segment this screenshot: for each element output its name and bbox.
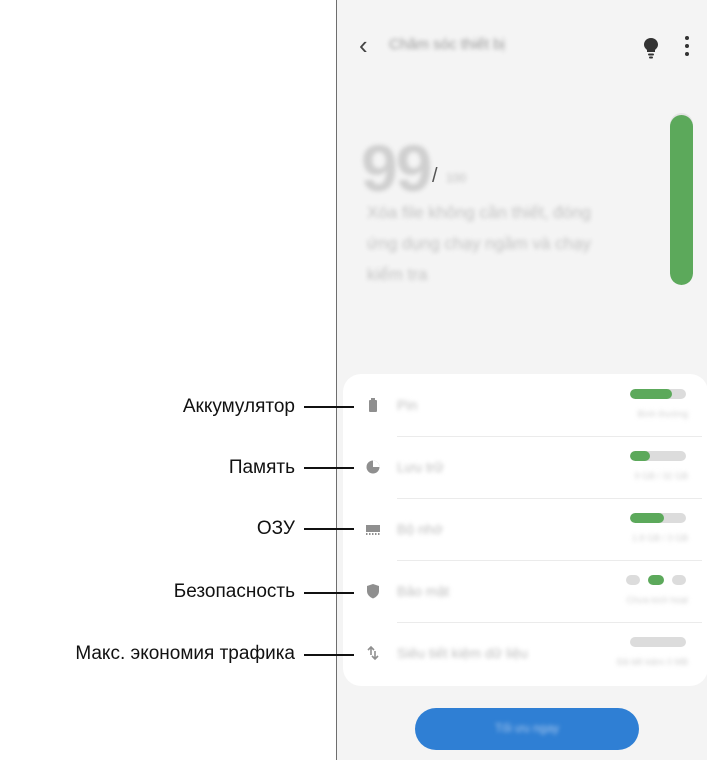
score-gauge bbox=[670, 113, 693, 285]
device-score-panel: 99 / 100 Xóa file không cần thiết, đóng … bbox=[337, 105, 707, 325]
list-item-memory[interactable]: Bộ nhớ 1.8 GB / 3 GB bbox=[343, 498, 707, 560]
battery-level-bar bbox=[630, 389, 686, 399]
storage-icon bbox=[366, 460, 380, 474]
divider bbox=[397, 622, 702, 623]
more-vertical-icon[interactable] bbox=[683, 36, 691, 60]
list-item-security[interactable]: Bảo mật Chưa kích hoạt bbox=[343, 560, 707, 622]
list-item-data-saver[interactable]: Siêu tiết kiệm dữ liệu Đã tiết kiệm 0 MB bbox=[343, 622, 707, 684]
app-title: Chăm sóc thiết bị bbox=[389, 36, 505, 53]
score-value: 99 bbox=[361, 131, 432, 205]
data-saver-icon bbox=[367, 645, 379, 661]
list-item-label: Pin bbox=[397, 397, 418, 413]
list-item-battery[interactable]: Pin Bình thường bbox=[343, 374, 707, 436]
list-item-label: Bảo mật bbox=[397, 583, 450, 599]
list-item-storage[interactable]: Lưu trữ 9 GB / 32 GB bbox=[343, 436, 707, 498]
list-item-status: Chưa kích hoạt bbox=[626, 595, 688, 605]
chevron-left-icon[interactable]: ‹ bbox=[359, 30, 368, 60]
phone-screen: ‹ Chăm sóc thiết bị 99 / 100 Xóa file kh… bbox=[336, 0, 707, 760]
leader-line bbox=[304, 406, 354, 408]
memory-level-bar bbox=[630, 513, 686, 523]
score-description: Xóa file không cần thiết, đóng ứng dụng … bbox=[367, 203, 592, 284]
divider bbox=[397, 436, 702, 437]
list-item-status: Đã tiết kiệm 0 MB bbox=[616, 657, 688, 667]
battery-icon bbox=[369, 398, 377, 412]
callout-security: Безопасность bbox=[173, 581, 295, 602]
security-step-indicator bbox=[626, 575, 688, 585]
score-separator: / bbox=[432, 165, 438, 187]
leader-line bbox=[304, 654, 354, 656]
divider bbox=[397, 498, 702, 499]
memory-level-fill bbox=[630, 513, 664, 523]
leader-line bbox=[304, 592, 354, 594]
memory-icon bbox=[366, 525, 380, 535]
leader-line bbox=[304, 467, 354, 469]
divider bbox=[397, 560, 702, 561]
app-bar: ‹ Chăm sóc thiết bị bbox=[337, 0, 707, 90]
score-max: 100 bbox=[446, 171, 467, 185]
list-item-label: Bộ nhớ bbox=[397, 521, 443, 537]
lightbulb-icon[interactable] bbox=[642, 36, 660, 60]
score-gauge-fill bbox=[670, 114, 693, 285]
callout-battery: Аккумулятор bbox=[182, 396, 295, 417]
list-item-status: 9 GB / 32 GB bbox=[634, 471, 688, 481]
storage-level-bar bbox=[630, 451, 686, 461]
list-item-label: Lưu trữ bbox=[397, 459, 444, 475]
battery-level-fill bbox=[630, 389, 672, 399]
callout-data-saver: Макс. экономия трафика bbox=[75, 643, 295, 664]
list-item-label: Siêu tiết kiệm dữ liệu bbox=[397, 645, 528, 661]
list-item-status: 1.8 GB / 3 GB bbox=[631, 533, 688, 543]
callout-storage: Память bbox=[228, 457, 295, 478]
step-dot bbox=[672, 575, 686, 585]
step-dot bbox=[626, 575, 640, 585]
maintenance-card: Pin Bình thường Lưu trữ 9 GB / 32 GB Bộ … bbox=[343, 374, 707, 686]
storage-level-fill bbox=[630, 451, 650, 461]
data-saver-bar bbox=[630, 637, 686, 647]
leader-line bbox=[304, 528, 354, 530]
list-item-status: Bình thường bbox=[637, 409, 688, 419]
step-dot-active bbox=[648, 575, 664, 585]
callout-memory: ОЗУ bbox=[256, 518, 295, 539]
shield-icon bbox=[367, 584, 379, 599]
optimize-now-button[interactable]: Tối ưu ngay bbox=[415, 708, 639, 750]
optimize-now-label: Tối ưu ngay bbox=[494, 721, 560, 735]
